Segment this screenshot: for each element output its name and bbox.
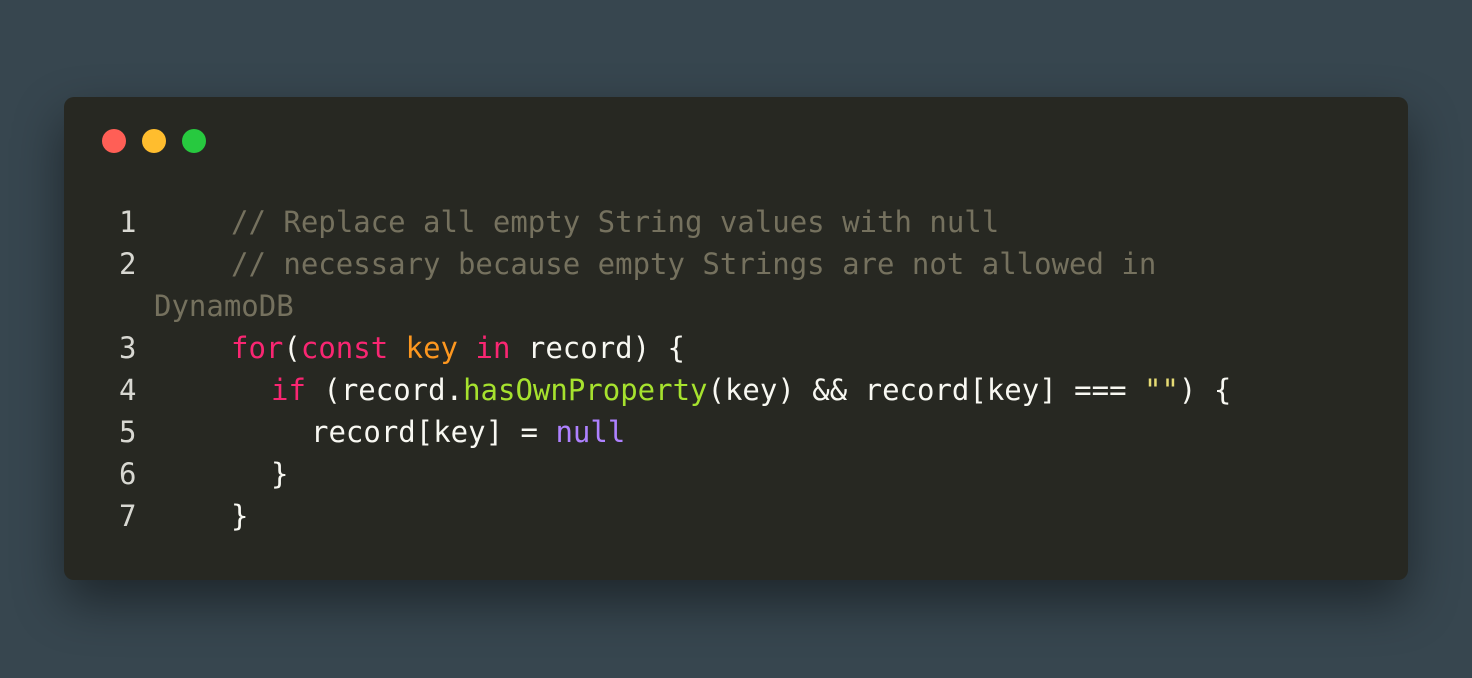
minimize-dot-icon[interactable] [142,129,166,153]
line-number: 4 [119,373,137,407]
code-line: 1 // Replace all empty String values with… [64,201,1408,243]
code-token: (key) && record[key] === [707,373,1144,407]
close-dot-icon[interactable] [102,129,126,153]
code-text: // necessary because empty Strings are n… [231,243,1156,285]
code-token: if [271,373,306,407]
code-text: } [231,495,248,537]
code-token: in [475,331,511,365]
code-token: const [300,331,389,365]
line-number: 1 [119,205,137,239]
code-token: } [231,499,249,533]
code-token: key [405,331,459,365]
code-block: 1 // Replace all empty String values with… [64,201,1408,537]
code-line: 3 for(const key in record) { [64,327,1408,369]
code-token: record[key] = [311,415,556,449]
line-number: 2 [119,247,137,281]
code-token: // Replace all empty String values with … [231,205,1000,239]
maximize-dot-icon[interactable] [182,129,206,153]
code-token: (record. [305,373,464,407]
code-text: // Replace all empty String values with … [231,201,999,243]
wrapped-comment-text: DynamoDB [154,289,294,323]
code-token: record) { [510,331,686,365]
code-text: for(const key in record) { [231,327,685,369]
code-line: 4 if (record.hasOwnProperty(key) && recor… [64,369,1408,411]
code-line-wrap: DynamoDB [64,285,1408,327]
code-text: if (record.hasOwnProperty(key) && record… [271,369,1231,411]
line-number: 7 [119,499,137,533]
code-token: } [271,457,289,491]
code-token: // necessary because empty Strings are n… [231,247,1157,281]
code-token: null [555,415,626,449]
line-number: 5 [119,415,137,449]
code-token: ( [283,331,301,365]
code-line: 6} [64,453,1408,495]
code-window: 1 // Replace all empty String values with… [64,97,1408,580]
code-line: 7} [64,495,1408,537]
line-number: 3 [119,331,137,365]
code-token: hasOwnProperty [463,373,708,407]
code-line: 2 // necessary because empty Strings are … [64,243,1408,285]
code-text: } [271,453,288,495]
code-token: for [231,331,284,365]
line-number: 6 [119,457,137,491]
code-token: ) { [1178,373,1232,407]
code-line: 5 record[key] = null [64,411,1408,453]
code-text: record[key] = null [311,411,625,453]
code-token: "" [1144,373,1179,407]
